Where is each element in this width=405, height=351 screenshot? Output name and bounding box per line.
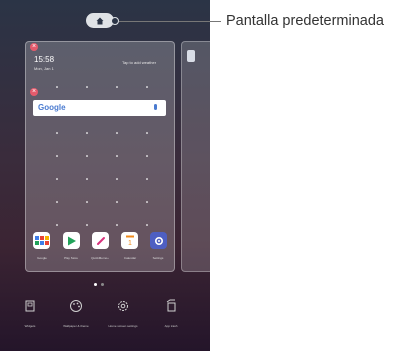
- dock-app-play-store[interactable]: [63, 232, 80, 249]
- home-screen-settings-label: Home screen settings: [108, 324, 138, 328]
- svg-text:1: 1: [128, 240, 132, 246]
- play-store-icon: [67, 236, 76, 245]
- google-logo: Google: [38, 103, 66, 112]
- app-trash-button[interactable]: App trash: [156, 299, 186, 328]
- home-screen-settings-button[interactable]: Home screen settings: [108, 299, 138, 328]
- wallpaper-theme-label: Wallpaper & theme: [63, 324, 89, 328]
- wallpaper-theme-button[interactable]: Wallpaper & theme: [61, 299, 91, 328]
- default-home-button[interactable]: [86, 13, 114, 28]
- google-search-widget[interactable]: Google: [33, 100, 166, 116]
- dock-app-label: Play Store: [64, 256, 78, 260]
- app-trash-label: App trash: [164, 324, 178, 328]
- widgets-label: Widgets: [24, 324, 36, 328]
- mic-icon[interactable]: [154, 104, 157, 110]
- settings-icon: [154, 236, 163, 245]
- clock-widget[interactable]: 15:58: [34, 55, 54, 64]
- next-home-screen-page[interactable]: [181, 41, 210, 272]
- dock-app-quickmemo[interactable]: [92, 232, 109, 249]
- callout-anchor-dot: [111, 17, 119, 25]
- palette-icon: [70, 300, 82, 312]
- page-indicator-active[interactable]: [94, 283, 97, 286]
- dock-app-label: QuickMemo+: [91, 256, 109, 260]
- date-label: Mon, Jan 1: [34, 66, 54, 71]
- widgets-button[interactable]: Widgets: [15, 299, 45, 328]
- page-indicator[interactable]: [101, 283, 104, 286]
- calendar-icon: 1: [125, 235, 134, 246]
- dock-app-settings[interactable]: [150, 232, 167, 249]
- dock-app-google[interactable]: [33, 232, 50, 249]
- gear-icon: [118, 301, 128, 311]
- widgets-icon: [25, 300, 35, 312]
- remove-widget-button[interactable]: ×: [30, 88, 38, 96]
- weather-label: Tap to add weather: [122, 60, 157, 65]
- dock-app-calendar[interactable]: 1: [121, 232, 138, 249]
- trash-icon: [166, 299, 176, 312]
- callout-line: [119, 21, 221, 22]
- remove-widget-button[interactable]: ×: [30, 43, 38, 51]
- dock-app-label: Google: [37, 256, 47, 260]
- dock-app-label: Calendar: [123, 256, 137, 260]
- dock-app-label: Settings: [152, 256, 164, 260]
- phone-screen: × 15:58 Mon, Jan 1 Tap to add weather × …: [0, 0, 210, 351]
- google-folder-icon: [34, 236, 49, 245]
- app-icon: [187, 50, 195, 62]
- callout-label: Pantalla predeterminada: [226, 13, 384, 29]
- home-icon: [96, 17, 104, 24]
- quickmemo-icon: [96, 236, 105, 245]
